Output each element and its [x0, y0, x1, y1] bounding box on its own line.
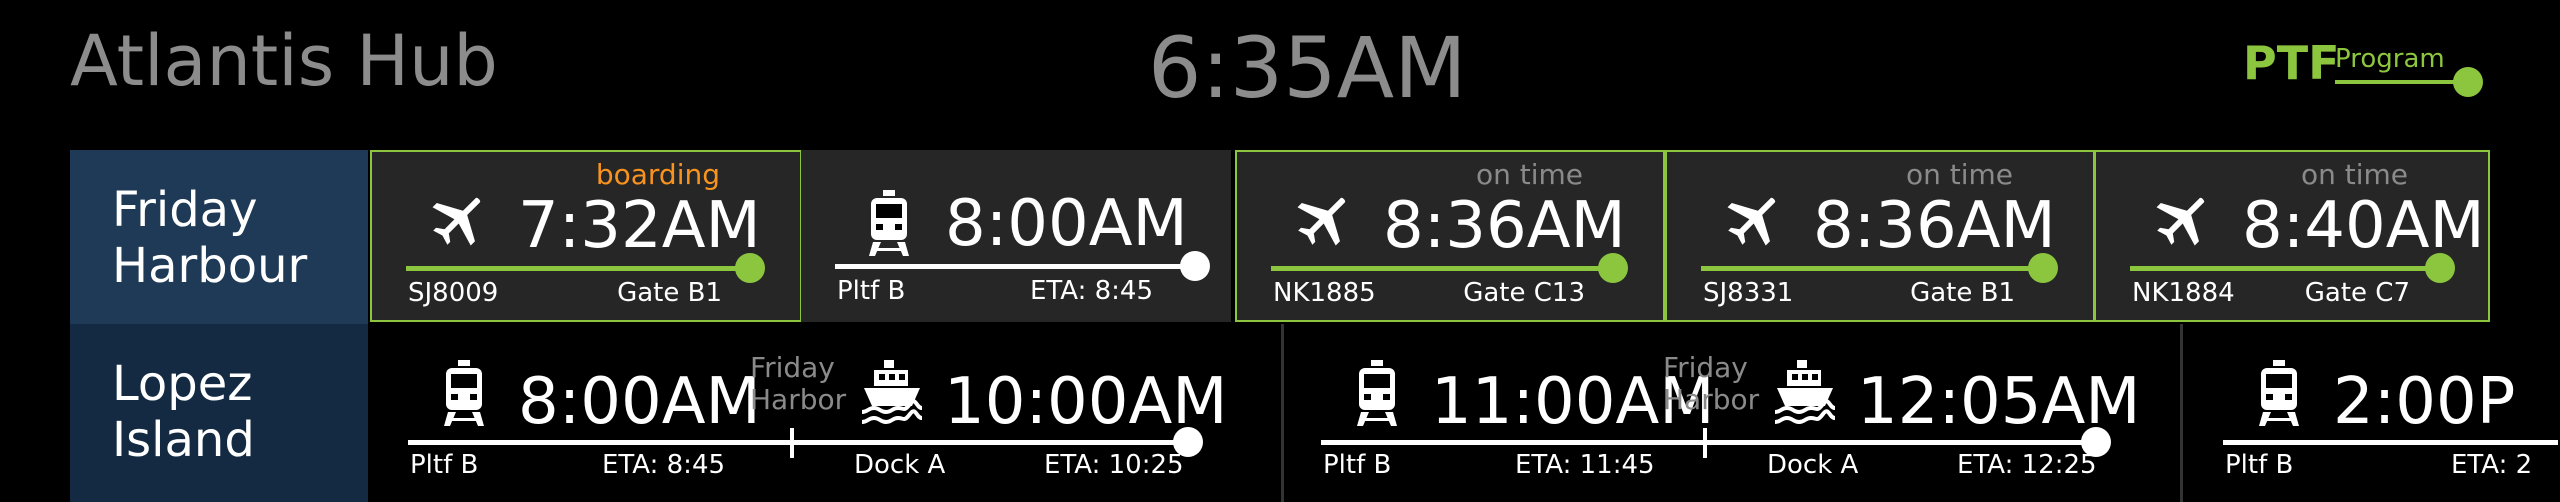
platform-label: Pltf B: [2225, 450, 2294, 480]
carrier-label: Pltf B: [837, 276, 906, 306]
leg2-time: 10:00AM: [944, 365, 1228, 439]
via-stop-line1: Friday: [750, 351, 835, 384]
eta-label: ETA: 10:25: [1044, 450, 1184, 480]
carrier-label: SJ8009: [408, 278, 499, 308]
via-stop-line2: Harbor: [1663, 383, 1760, 416]
progress-dot: [2424, 253, 2455, 283]
train-icon: [440, 360, 488, 430]
status-text: on time: [1475, 158, 1583, 191]
status-text: on time: [2300, 158, 2408, 191]
progress-track: [406, 266, 750, 271]
via-stop-line1: Friday: [1663, 351, 1748, 384]
hub-title: Atlantis Hub: [70, 20, 498, 102]
logo-line: [2335, 80, 2457, 84]
journey-track: [408, 440, 1188, 445]
route-name-line1: Lopez: [112, 356, 253, 412]
carrier-label: NK1884: [2132, 278, 2235, 308]
train-icon: [1353, 360, 1401, 430]
departure-card[interactable]: on time 8:36AM SJ8331 Gate B1: [1665, 150, 2095, 322]
transfer-tick: [790, 428, 794, 458]
carrier-label: SJ8331: [1703, 278, 1794, 308]
train-icon: [865, 190, 913, 260]
route-name-line1: Friday: [112, 182, 258, 238]
route-label-friday-harbour: Friday Harbour: [70, 150, 368, 324]
logo-dot: [2453, 67, 2483, 97]
airplane-icon: [426, 188, 490, 256]
dock-label: Dock A: [854, 450, 946, 480]
departure-time: 8:36AM: [1813, 189, 2056, 263]
train-icon: [2255, 360, 2303, 430]
eta-label: ETA: 11:45: [1515, 450, 1655, 480]
status-text: boarding: [595, 158, 720, 191]
connection-trip[interactable]: 11:00AM Friday Harbor 12:05AM Pltf B ETA: 11:…: [1283, 324, 2178, 502]
route-name-line2: Harbour: [112, 238, 308, 294]
connection-trip[interactable]: 2:00P Pltf B ETA: 2: [2185, 324, 2560, 502]
departure-card[interactable]: on time 8:40AM NK1884 Gate C7: [2094, 150, 2490, 322]
gate-label: Gate C13: [1463, 278, 1585, 308]
departure-card[interactable]: 8:00AM Pltf B ETA: 8:45: [801, 150, 1231, 322]
eta-label: ETA: 2: [2451, 450, 2533, 480]
progress-track: [1701, 266, 2043, 271]
gate-label: Gate B1: [1910, 278, 2015, 308]
progress-dot: [1180, 251, 1210, 281]
route-name-line2: Island: [112, 412, 255, 468]
status-text: on time: [1905, 158, 2013, 191]
transfer-tick: [1703, 428, 1707, 458]
progress-track: [835, 264, 1195, 269]
platform-label: Pltf B: [1323, 450, 1392, 480]
departure-card[interactable]: on time 8:36AM NK1885 Gate C13: [1235, 150, 1665, 322]
progress-track: [2130, 266, 2440, 271]
gate-label: Gate B1: [617, 278, 722, 308]
logo-text: PTF: [2243, 36, 2340, 90]
platform-label: Pltf B: [410, 450, 479, 480]
airplane-icon: [2150, 188, 2214, 256]
eta-label: ETA: 8:45: [602, 450, 726, 480]
via-stop-line2: Harbor: [750, 383, 847, 416]
leg1-time: 8:00AM: [518, 365, 761, 439]
logo-subtext: Program: [2335, 44, 2445, 74]
dock-label: Dock A: [1767, 450, 1859, 480]
airplane-icon: [1721, 188, 1785, 256]
trip-divider: [2180, 324, 2183, 502]
eta-label: ETA: 12:25: [1957, 450, 2097, 480]
departure-time: 8:00AM: [945, 187, 1188, 261]
connection-trip[interactable]: 8:00AM Friday Harbor 10:00AM Pltf B ETA: 8:45…: [370, 324, 1270, 502]
departure-time: 8:36AM: [1383, 189, 1626, 263]
carrier-label: NK1885: [1273, 278, 1376, 308]
route-label-lopez-island: Lopez Island: [70, 324, 368, 502]
journey-track: [2223, 440, 2558, 445]
clock: 6:35AM: [1148, 19, 1467, 117]
progress-dot: [2028, 253, 2058, 283]
progress-track: [1271, 266, 1613, 271]
gate-label: Gate C7: [2304, 278, 2410, 308]
ptf-logo: PTF Program: [2243, 40, 2483, 110]
ferry-icon: [1773, 360, 1837, 430]
journey-track: [1321, 440, 2096, 445]
gate-label: ETA: 8:45: [1029, 276, 1153, 306]
departure-card[interactable]: boarding 7:32AM SJ8009 Gate B1: [370, 150, 802, 322]
ferry-icon: [860, 360, 924, 430]
departure-time: 7:32AM: [518, 189, 761, 263]
departure-time: 8:40AM: [2242, 189, 2485, 263]
leg1-time: 2:00P: [2333, 365, 2516, 439]
leg2-time: 12:05AM: [1857, 365, 2141, 439]
progress-dot: [734, 253, 765, 283]
progress-dot: [1598, 253, 1628, 283]
airplane-icon: [1291, 188, 1355, 256]
